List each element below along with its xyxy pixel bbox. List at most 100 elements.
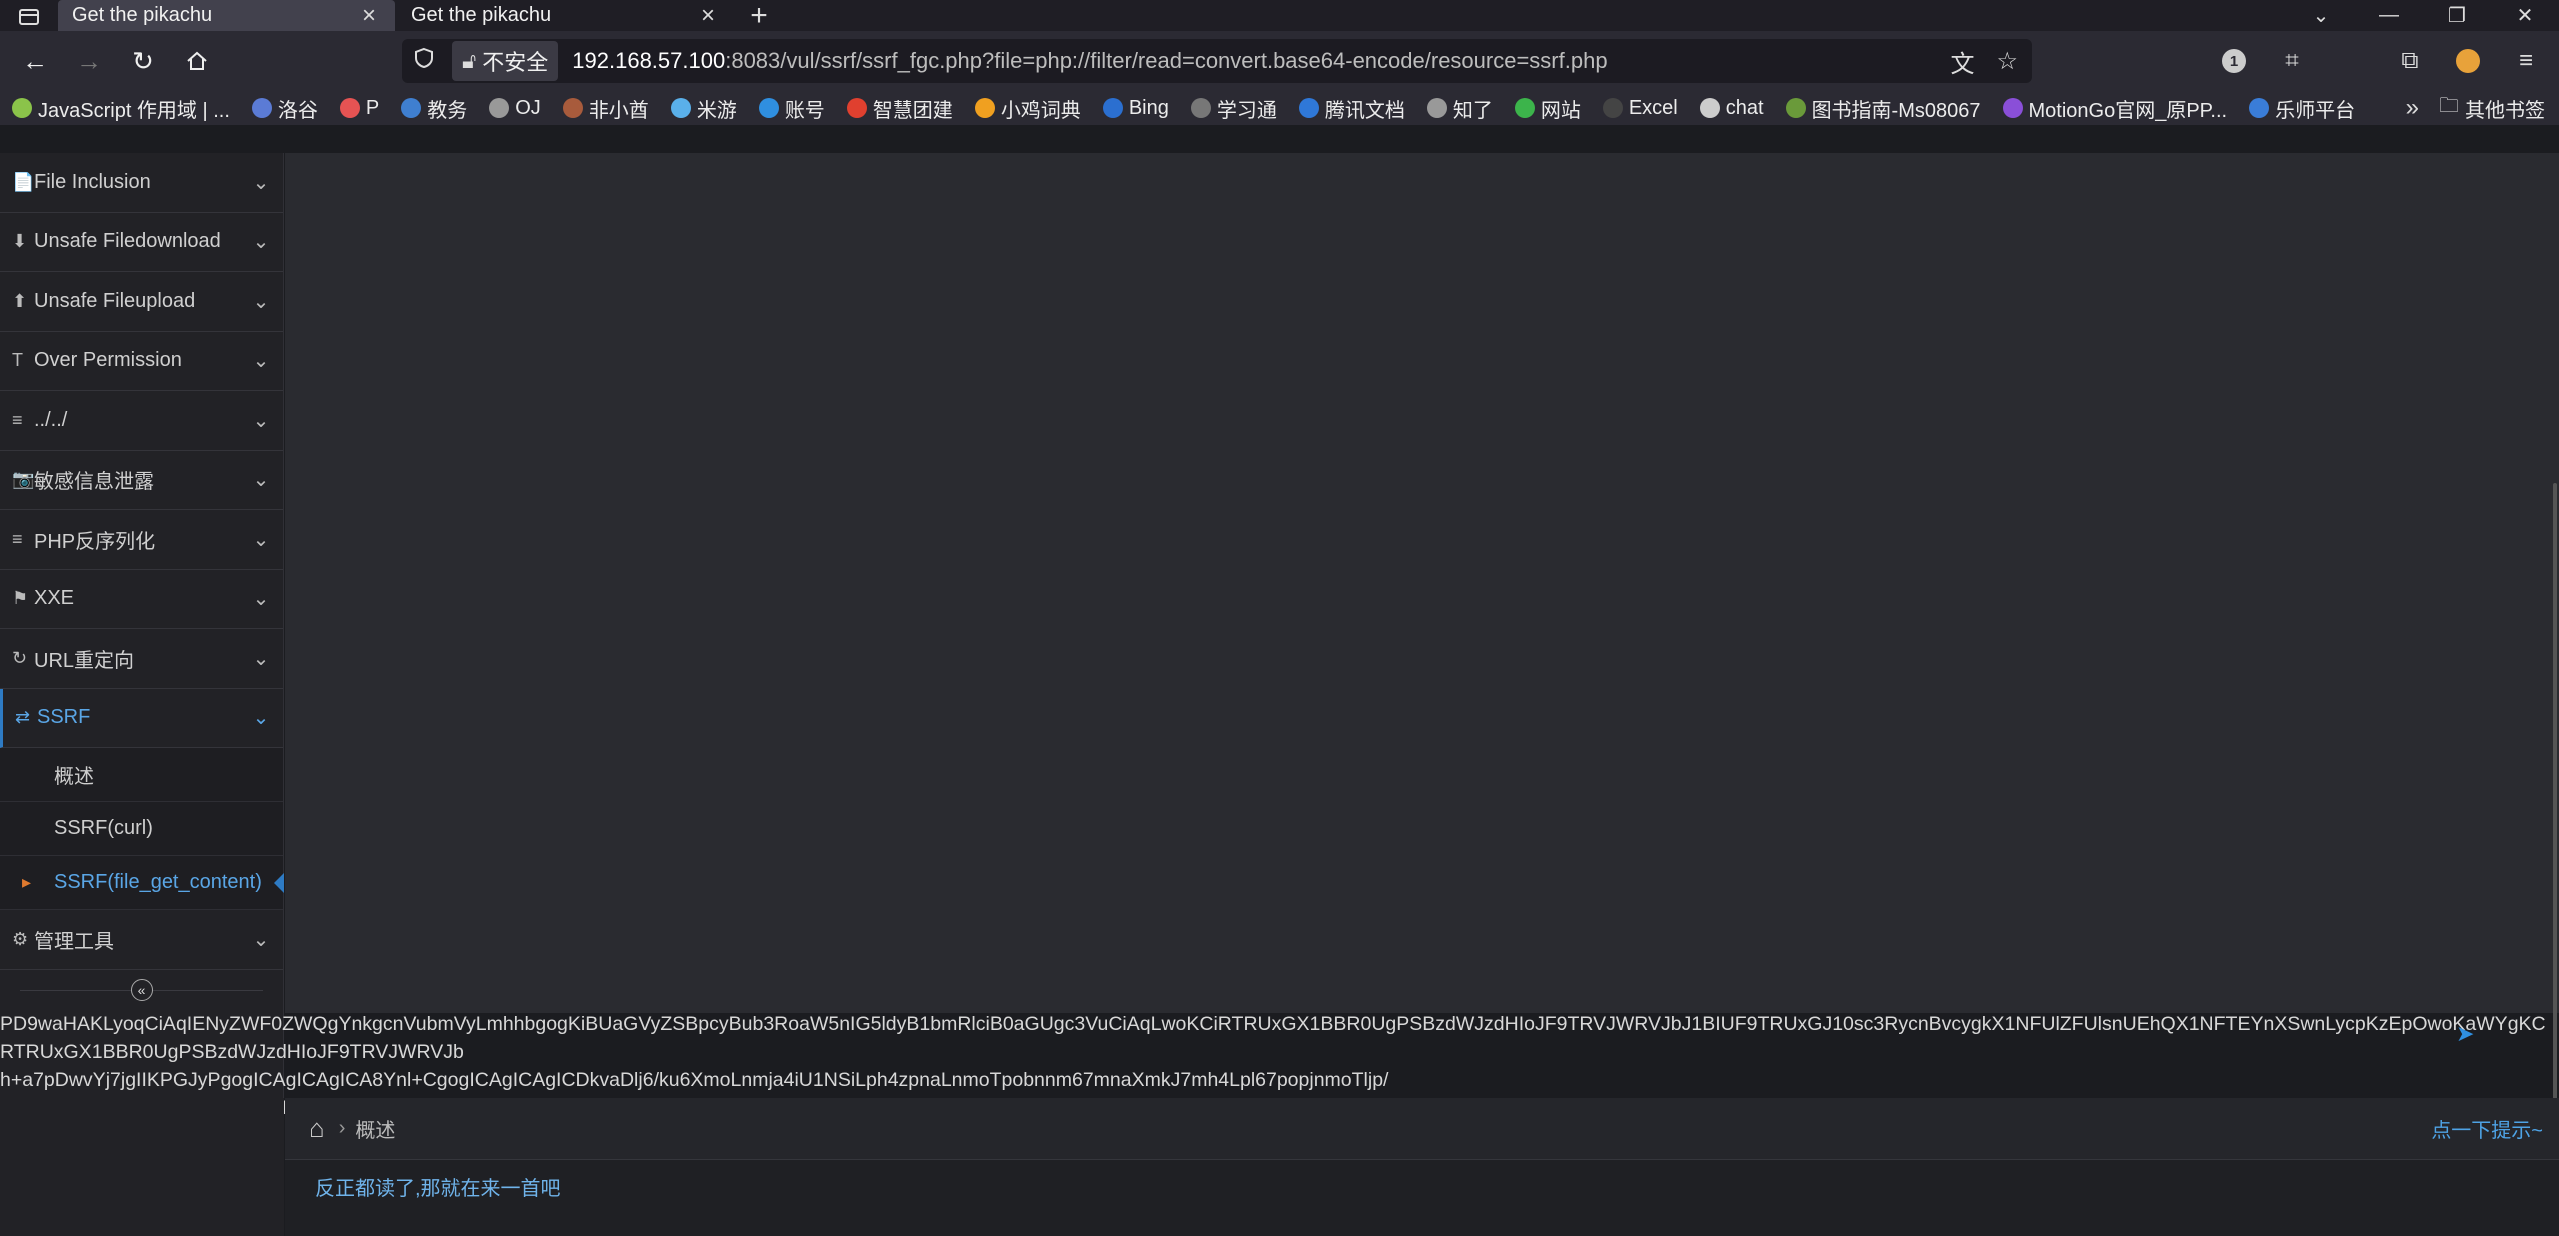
bookmark-item[interactable]: Excel bbox=[1602, 97, 1678, 120]
close-icon[interactable]: × bbox=[357, 2, 381, 30]
bookmark-item[interactable]: 乐师平台 bbox=[2249, 94, 2355, 123]
menu-icon: ⚑ bbox=[12, 588, 29, 609]
sidebar-item[interactable]: 📷 敏感信息泄露 ⌄ bbox=[0, 451, 283, 510]
sidebar-subitem[interactable]: 概述 bbox=[0, 748, 283, 802]
menu-icon: 📷 bbox=[12, 469, 35, 490]
bookmark-label: 图书指南-Ms08067 bbox=[1811, 99, 1981, 122]
page-message: 反正都读了,那就在来一首吧 bbox=[315, 1178, 561, 1200]
bookmark-favicon-icon bbox=[562, 98, 583, 118]
sidebar-item[interactable]: ⇄ SSRF ⌄ bbox=[0, 688, 283, 748]
avatar bbox=[2456, 49, 2480, 73]
info-icon: 1 bbox=[2222, 49, 2246, 73]
sidebar-item[interactable]: ↻ URL重定向 ⌄ bbox=[0, 629, 283, 689]
address-bar[interactable]: 🔓︎ 不安全 192.168.57.100:8083/vul/ssrf/ssrf… bbox=[402, 39, 2032, 83]
insecure-label: 不安全 bbox=[482, 50, 549, 75]
bookmark-item[interactable]: 米游 bbox=[670, 94, 737, 123]
chevron-down-icon: ⌄ bbox=[252, 928, 270, 951]
menu-icon: 📄 bbox=[12, 171, 35, 192]
crop-tool-button[interactable]: ⌗ bbox=[2270, 39, 2314, 83]
star-icon[interactable]: ☆ bbox=[1996, 47, 2018, 76]
bookmark-label: 网站 bbox=[1540, 99, 1581, 122]
insecure-badge[interactable]: 🔓︎ 不安全 bbox=[452, 41, 559, 81]
sidebar-item-label: PHP反序列化 bbox=[34, 530, 156, 553]
sidebar-item-label: XXE bbox=[34, 587, 75, 610]
home-icon bbox=[187, 51, 207, 70]
bookmark-item[interactable]: 洛谷 bbox=[251, 94, 318, 123]
sidebar-item-label: 敏感信息泄露 bbox=[34, 471, 154, 494]
bookmark-item[interactable]: 智慧团建 bbox=[846, 94, 953, 123]
bookmark-label: OJ bbox=[515, 96, 541, 119]
forward-button[interactable]: → bbox=[62, 39, 116, 83]
bookmark-item[interactable]: OJ bbox=[489, 97, 541, 120]
window-close-button[interactable]: ✕ bbox=[2491, 0, 2559, 31]
minimize-button[interactable]: — bbox=[2355, 0, 2423, 31]
sidebar-item-label: Unsafe Fileupload bbox=[34, 289, 196, 312]
sidebar-item-label: URL重定向 bbox=[34, 649, 135, 672]
hamburger-icon: ≡ bbox=[2518, 47, 2533, 74]
menu-icon: ↻ bbox=[12, 647, 28, 668]
close-icon[interactable]: × bbox=[696, 2, 720, 30]
bookmark-item[interactable]: 知了 bbox=[1426, 94, 1493, 123]
sidebar-item[interactable]: ⚑ XXE ⌄ bbox=[0, 570, 283, 629]
sidebar-item[interactable]: ⬆ Unsafe Fileupload ⌄ bbox=[0, 272, 283, 332]
other-bookmarks-folder[interactable]: 🗀 其他书签 bbox=[2439, 91, 2545, 125]
menu-icon: ⬇ bbox=[12, 231, 28, 252]
bookmark-item[interactable]: 腾讯文档 bbox=[1298, 94, 1405, 123]
bookmark-item[interactable]: Bing bbox=[1102, 97, 1169, 120]
tabs-list-icon bbox=[19, 8, 39, 25]
bookmark-favicon-icon bbox=[251, 98, 272, 118]
bookmark-item[interactable]: MotionGo官网_原PP... bbox=[2002, 94, 2227, 123]
bookmark-item[interactable]: P bbox=[339, 97, 379, 120]
double-chevron-left-icon[interactable]: « bbox=[130, 978, 153, 1001]
sidebar-item[interactable]: ≡ ../../ ⌄ bbox=[0, 391, 283, 451]
home-button[interactable] bbox=[170, 39, 224, 83]
translate-icon[interactable]: 文 bbox=[1950, 44, 1974, 79]
back-button[interactable]: ← bbox=[8, 39, 62, 83]
bookmark-item[interactable]: 账号 bbox=[758, 94, 825, 123]
reload-button[interactable]: ↻ bbox=[116, 39, 170, 83]
folder-icon: 🗀 bbox=[2439, 95, 2459, 117]
sidebar-collapse[interactable]: « bbox=[0, 970, 283, 1010]
bookmark-item[interactable]: 非小酋 bbox=[562, 94, 649, 123]
tab-1[interactable]: Get the pikachu × bbox=[58, 0, 395, 31]
chevron-down-icon: ⌄ bbox=[252, 350, 270, 373]
bookmark-label: JavaScript 作用域 | ... bbox=[38, 99, 230, 122]
bookmark-favicon-icon bbox=[1298, 98, 1319, 118]
chevron-down-icon: ⌄ bbox=[252, 528, 270, 551]
bookmark-item[interactable]: 小鸡词典 bbox=[974, 94, 1081, 123]
account-button[interactable] bbox=[2446, 39, 2490, 83]
bookmark-label: chat bbox=[1725, 96, 1764, 119]
list-all-tabs-button[interactable] bbox=[0, 0, 58, 31]
chevron-down-icon: ⌄ bbox=[2312, 5, 2330, 27]
bookmark-item[interactable]: chat bbox=[1699, 96, 1764, 120]
extensions-button[interactable]: ⧉ bbox=[2388, 39, 2432, 83]
sidebar-subitem[interactable]: SSRF(curl) bbox=[0, 802, 283, 856]
sidebar-item-admin-tools[interactable]: ⚙ 管理工具 ⌄ bbox=[0, 910, 283, 970]
bookmark-item[interactable]: 学习通 bbox=[1190, 94, 1277, 123]
url-text[interactable]: 192.168.57.100:8083/vul/ssrf/ssrf_fgc.ph… bbox=[572, 48, 1607, 74]
bookmark-favicon-icon bbox=[12, 98, 32, 118]
shield-icon[interactable] bbox=[414, 47, 444, 75]
bookmark-label: 教务 bbox=[427, 99, 468, 122]
sidebar-item[interactable]: ⬇ Unsafe Filedownload ⌄ bbox=[0, 213, 283, 272]
sidebar-subitem[interactable]: SSRF(file_get_content) bbox=[0, 856, 284, 910]
bookmarks-overflow-icon[interactable]: » bbox=[2406, 94, 2419, 122]
bookmark-label: 智慧团建 bbox=[872, 99, 953, 122]
restore-button[interactable]: ❐ bbox=[2423, 0, 2491, 31]
bookmarks-toolbar: JavaScript 作用域 | ... 洛谷 P 教务 OJ 非小酋 米游 账号 智慧团建 小鸡… bbox=[0, 91, 2559, 125]
extension-badge-button[interactable]: 1 bbox=[2212, 39, 2256, 83]
menu-button[interactable]: ≡ bbox=[2504, 39, 2548, 83]
bookmark-item[interactable]: JavaScript 作用域 | ... bbox=[12, 94, 230, 123]
new-tab-button[interactable]: + bbox=[734, 0, 784, 32]
bookmark-item[interactable]: 教务 bbox=[401, 94, 467, 123]
hint-link[interactable]: 点一下提示~ bbox=[2431, 1114, 2543, 1143]
sidebar-item[interactable]: 📄 File Inclusion ⌄ bbox=[0, 153, 283, 213]
home-icon[interactable]: ⌂ bbox=[309, 1113, 325, 1144]
tab-2[interactable]: Get the pikachu × bbox=[397, 0, 734, 31]
sidebar-item[interactable]: T Over Permission ⌄ bbox=[0, 332, 283, 391]
gear-icon: ⚙ bbox=[12, 928, 29, 949]
sidebar-item[interactable]: ≡ PHP反序列化 ⌄ bbox=[0, 510, 283, 570]
tab-overflow-button[interactable]: ⌄ bbox=[2287, 0, 2355, 31]
bookmark-item[interactable]: 网站 bbox=[1514, 94, 1581, 123]
bookmark-item[interactable]: 图书指南-Ms08067 bbox=[1785, 94, 1981, 123]
